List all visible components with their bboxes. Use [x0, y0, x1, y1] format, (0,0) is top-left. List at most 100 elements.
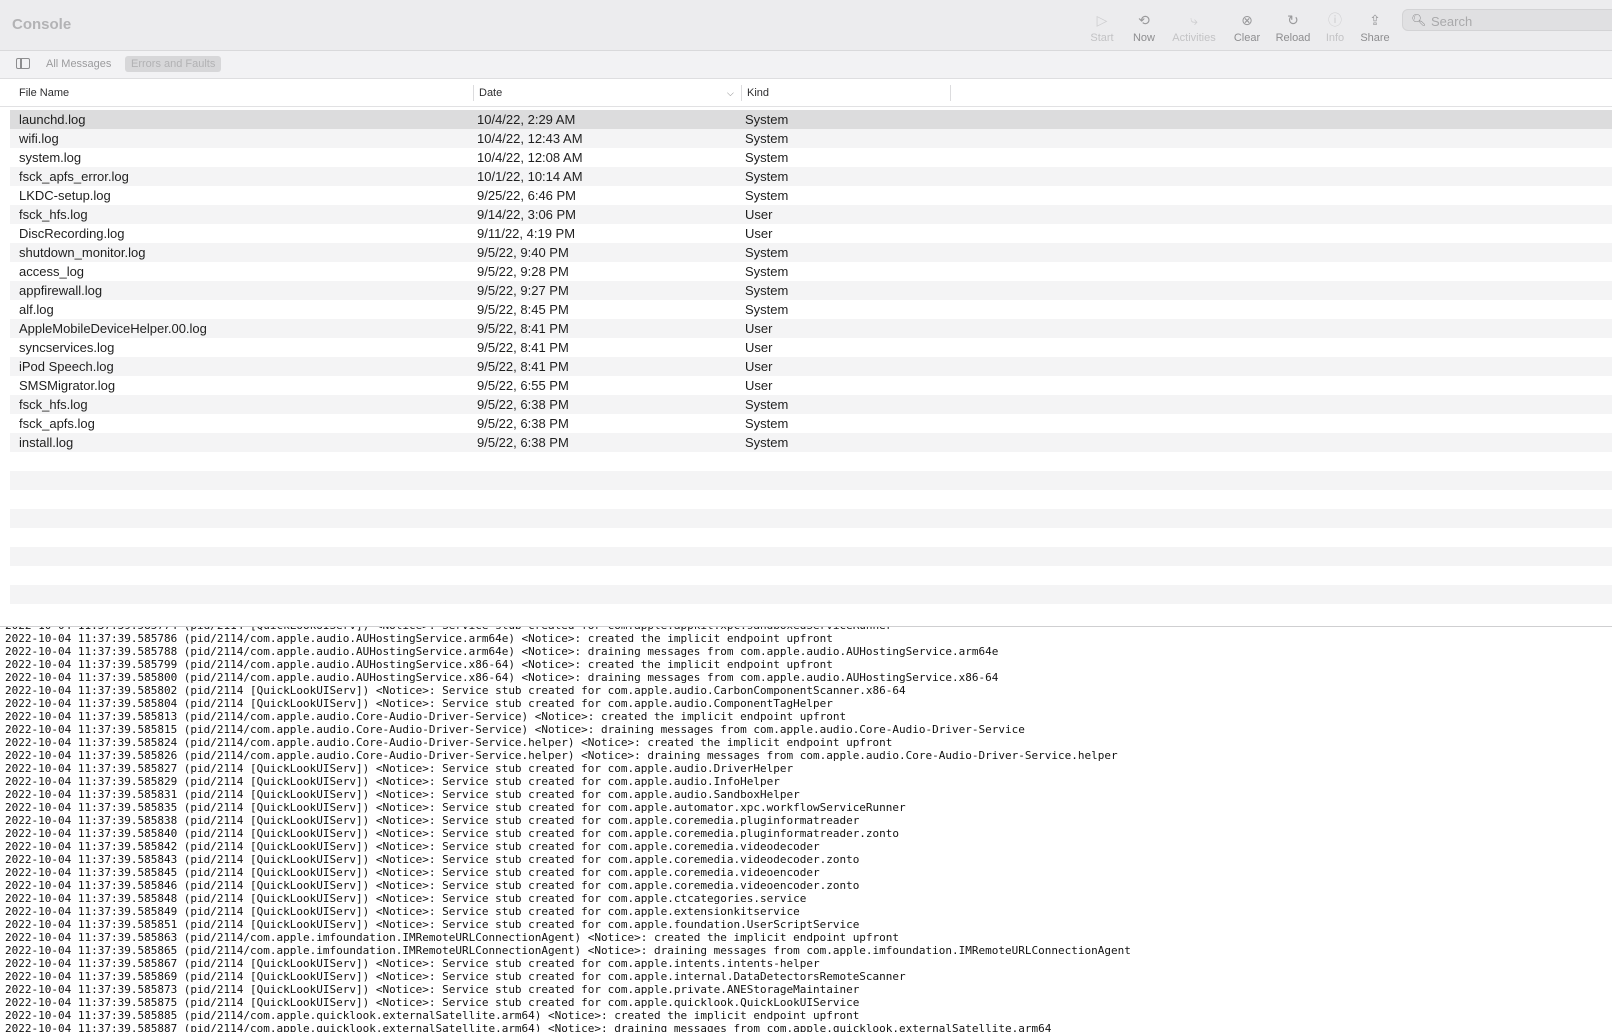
cell-kind: User	[745, 378, 773, 393]
table-row[interactable]: install.log 9/5/22, 6:38 PM System	[10, 433, 1612, 452]
cell-file-name: fsck_hfs.log	[19, 207, 88, 222]
cell-file-name: system.log	[19, 150, 82, 165]
cell-date: 9/5/22, 8:45 PM	[477, 302, 569, 317]
column-divider[interactable]	[741, 85, 742, 101]
filter-errors-and-faults[interactable]: Errors and Faults	[125, 56, 222, 72]
cell-kind: System	[745, 283, 789, 298]
table-row[interactable]: access_log 9/5/22, 9:28 PM System	[10, 262, 1612, 281]
log-line: 2022-10-04 11:37:39.585802 (pid/2114 [Qu…	[5, 684, 906, 697]
app-title: Console	[12, 16, 72, 33]
search-field[interactable]: 🔍︎	[1402, 9, 1612, 31]
cell-kind: User	[745, 321, 773, 336]
table-row[interactable]: DiscRecording.log 9/11/22, 4:19 PM User	[10, 224, 1612, 243]
log-line: 2022-10-04 11:37:39.585838 (pid/2114 [Qu…	[5, 814, 860, 827]
now-button[interactable]: ⟲ Now	[1117, 10, 1171, 48]
cell-file-name: launchd.log	[19, 112, 86, 127]
share-button[interactable]: ⇪ Share	[1348, 10, 1402, 48]
cell-date: 9/5/22, 8:41 PM	[477, 340, 569, 355]
cell-date: 9/25/22, 6:46 PM	[477, 188, 577, 203]
table-row[interactable]: fsck_apfs.log 9/5/22, 6:38 PM System	[10, 414, 1612, 433]
cell-file-name: alf.log	[19, 302, 54, 317]
column-kind[interactable]: Kind	[747, 79, 769, 107]
log-line: 2022-10-04 11:37:39.585786 (pid/2114/com…	[5, 632, 833, 645]
filter-all-messages[interactable]: All Messages	[40, 56, 117, 72]
log-line: 2022-10-04 11:37:39.585848 (pid/2114 [Qu…	[5, 892, 807, 905]
empty-row	[10, 509, 1612, 528]
log-line: 2022-10-04 11:37:39.585885 (pid/2114/com…	[5, 1009, 860, 1022]
log-line: 2022-10-04 11:37:39.585813 (pid/2114/com…	[5, 710, 847, 723]
table-row[interactable]: shutdown_monitor.log 9/5/22, 9:40 PM Syste…	[10, 243, 1612, 262]
log-content-pane[interactable]: 2022-10-04 11:37:39.585774 (pid/2114 [Qu…	[0, 627, 1612, 1032]
table-row[interactable]: alf.log 9/5/22, 8:45 PM System	[10, 300, 1612, 319]
column-date[interactable]: Date	[479, 79, 502, 107]
table-row[interactable]: iPod Speech.log 9/5/22, 8:41 PM User	[10, 357, 1612, 376]
log-line: 2022-10-04 11:37:39.585824 (pid/2114/com…	[5, 736, 893, 749]
log-line: 2022-10-04 11:37:39.585873 (pid/2114 [Qu…	[5, 983, 860, 996]
log-line: 2022-10-04 11:37:39.585867 (pid/2114 [Qu…	[5, 957, 820, 970]
column-divider[interactable]	[473, 85, 474, 101]
cell-date: 9/11/22, 4:19 PM	[477, 226, 576, 241]
cell-kind: System	[745, 245, 789, 260]
cell-kind: System	[745, 302, 789, 317]
clock-back-icon: ⟲	[1138, 12, 1150, 28]
cell-kind: System	[745, 188, 789, 203]
chevron-down-icon: ⌵	[727, 88, 734, 98]
cell-kind: User	[745, 340, 773, 355]
cell-kind: System	[745, 112, 789, 127]
cell-file-name: shutdown_monitor.log	[19, 245, 146, 260]
log-line: 2022-10-04 11:37:39.585826 (pid/2114/com…	[5, 749, 1118, 762]
cell-date: 10/4/22, 12:43 AM	[477, 131, 583, 146]
search-input[interactable]	[1429, 11, 1612, 31]
cell-kind: System	[745, 435, 789, 450]
cell-kind: System	[745, 416, 789, 431]
cell-file-name: appfirewall.log	[19, 283, 103, 298]
cell-file-name: iPod Speech.log	[19, 359, 114, 374]
cell-date: 10/1/22, 10:14 AM	[477, 169, 583, 184]
share-icon: ⇪	[1369, 12, 1381, 28]
activities-button[interactable]: ⤷ Activities	[1167, 10, 1221, 48]
table-row[interactable]: fsck_hfs.log 9/14/22, 3:06 PM User	[10, 205, 1612, 224]
cell-kind: System	[745, 264, 789, 279]
log-line: 2022-10-04 11:37:39.585788 (pid/2114/com…	[5, 645, 999, 658]
log-line: 2022-10-04 11:37:39.585827 (pid/2114 [Qu…	[5, 762, 794, 775]
log-line: 2022-10-04 11:37:39.585842 (pid/2114 [Qu…	[5, 840, 820, 853]
log-line: 2022-10-04 11:37:39.585843 (pid/2114 [Qu…	[5, 853, 860, 866]
cell-date: 9/5/22, 8:41 PM	[477, 321, 569, 336]
column-divider[interactable]	[950, 85, 951, 101]
cell-date: 9/5/22, 6:38 PM	[477, 416, 569, 431]
log-line: 2022-10-04 11:37:39.585869 (pid/2114 [Qu…	[5, 970, 906, 983]
table-row[interactable]: wifi.log 10/4/22, 12:43 AM System	[10, 129, 1612, 148]
table-row[interactable]: fsck_apfs_error.log 10/1/22, 10:14 AM Syst…	[10, 167, 1612, 186]
table-row[interactable]: SMSMigrator.log 9/5/22, 6:55 PM User	[10, 376, 1612, 395]
cell-date: 10/4/22, 2:29 AM	[477, 112, 576, 127]
column-file-name[interactable]: File Name	[19, 79, 69, 107]
table-row[interactable]: launchd.log 10/4/22, 2:29 AM System	[10, 110, 1612, 129]
cell-date: 10/4/22, 12:08 AM	[477, 150, 583, 165]
log-line: 2022-10-04 11:37:39.585831 (pid/2114 [Qu…	[5, 788, 800, 801]
cell-date: 9/5/22, 9:28 PM	[477, 264, 569, 279]
table-row[interactable]: appfirewall.log 9/5/22, 9:27 PM System	[10, 281, 1612, 300]
table-row[interactable]: syncservices.log 9/5/22, 8:41 PM User	[10, 338, 1612, 357]
log-line: 2022-10-04 11:37:39.585829 (pid/2114 [Qu…	[5, 775, 780, 788]
cell-kind: System	[745, 150, 789, 165]
cell-kind: User	[745, 359, 773, 374]
cell-file-name: AppleMobileDeviceHelper.00.log	[19, 321, 207, 336]
share-label: Share	[1360, 32, 1390, 44]
empty-row	[10, 547, 1612, 566]
table-row[interactable]: fsck_hfs.log 9/5/22, 6:38 PM System	[10, 395, 1612, 414]
table-row[interactable]: system.log 10/4/22, 12:08 AM System	[10, 148, 1612, 167]
log-line: 2022-10-04 11:37:39.585887 (pid/2114/com…	[5, 1022, 1052, 1032]
cell-kind: System	[745, 169, 789, 184]
sidebar-toggle-icon[interactable]	[16, 58, 30, 69]
empty-row	[10, 585, 1612, 604]
cell-file-name: DiscRecording.log	[19, 226, 125, 241]
log-line: 2022-10-04 11:37:39.585846 (pid/2114 [Qu…	[5, 879, 860, 892]
table-row[interactable]: LKDC-setup.log 9/25/22, 6:46 PM System	[10, 186, 1612, 205]
cell-kind: System	[745, 397, 789, 412]
table-row[interactable]: AppleMobileDeviceHelper.00.log 9/5/22, 8:…	[10, 319, 1612, 338]
cell-date: 9/5/22, 6:38 PM	[477, 435, 569, 450]
cell-date: 9/5/22, 8:41 PM	[477, 359, 569, 374]
cell-file-name: access_log	[19, 264, 85, 279]
table-header: File Name Date ⌵ Kind	[0, 79, 1612, 107]
cell-file-name: SMSMigrator.log	[19, 378, 116, 393]
